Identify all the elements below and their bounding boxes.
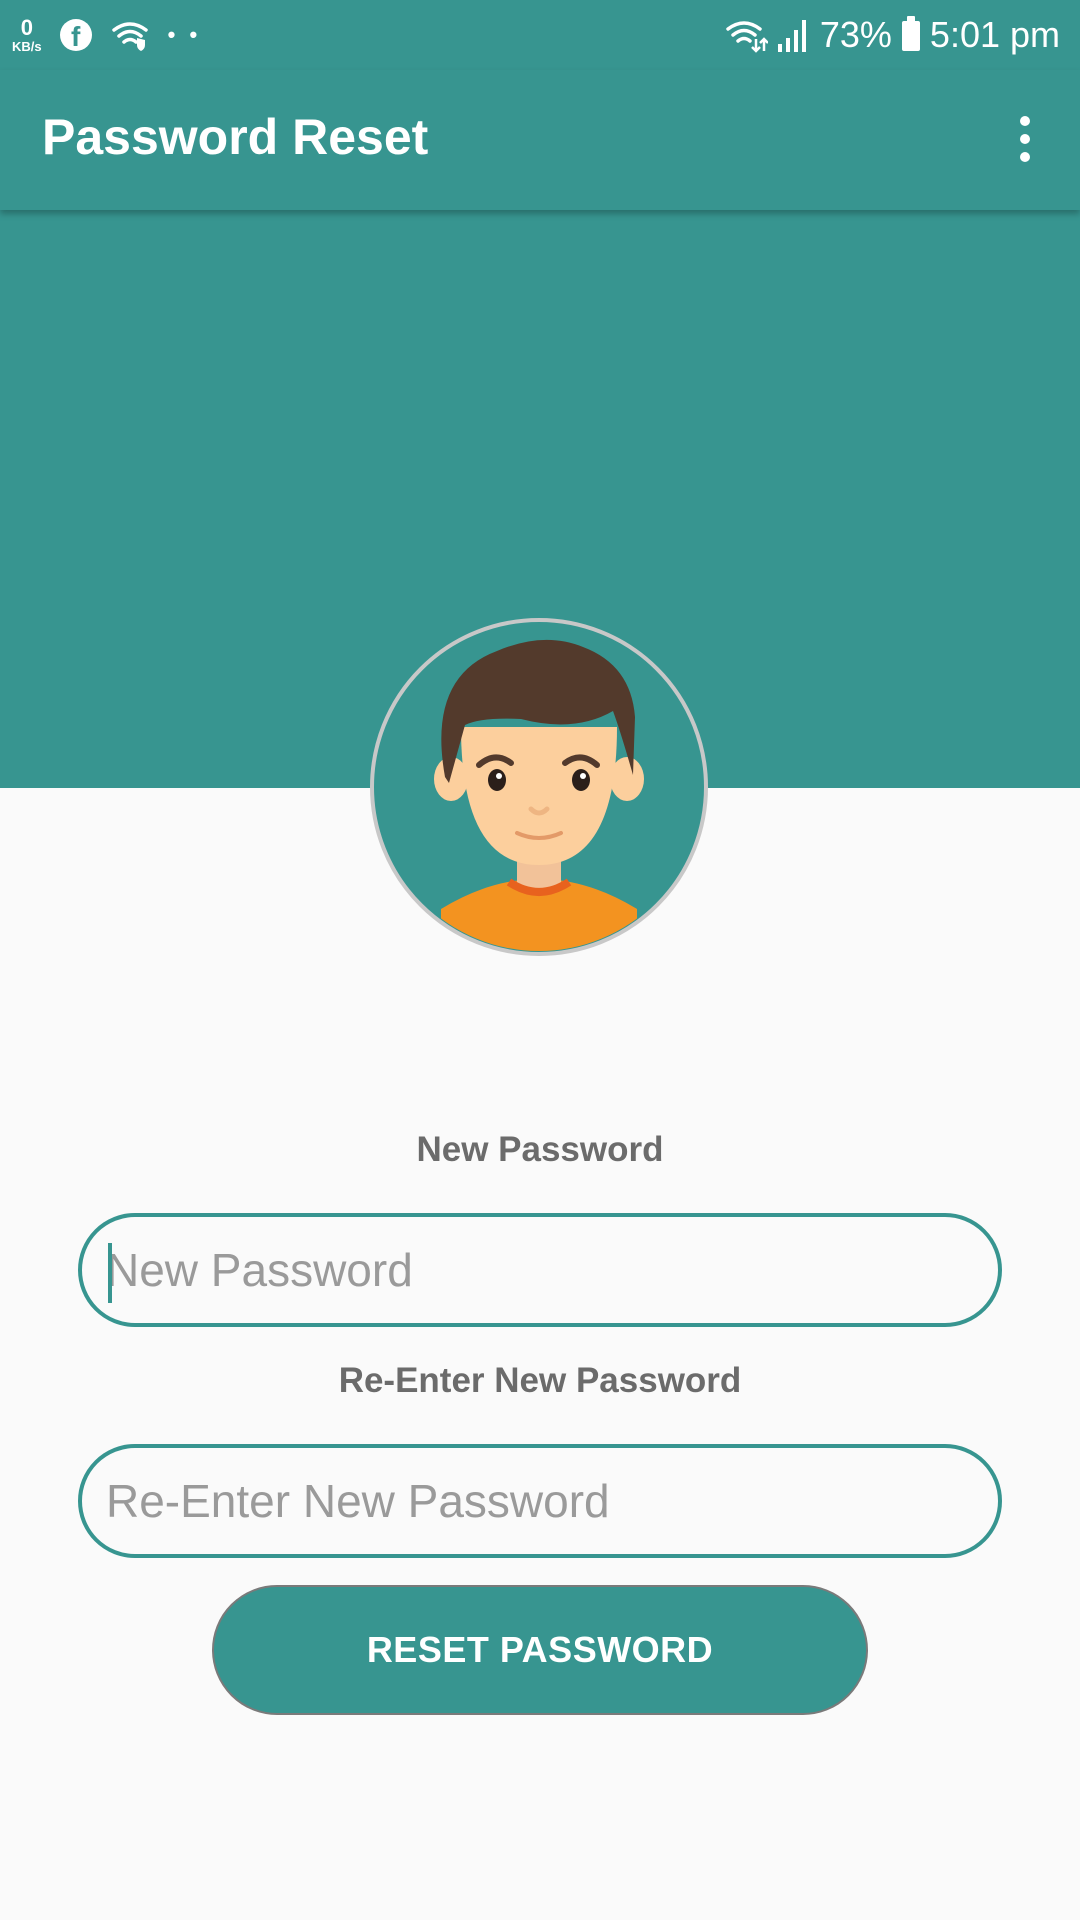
page-title: Password Reset: [42, 109, 429, 165]
net-speed-unit: KB/s: [12, 39, 42, 54]
wifi-secure-icon: [111, 22, 148, 51]
net-speed-value: 0: [20, 15, 33, 40]
notification-dots: • •: [167, 22, 202, 47]
new-password-input[interactable]: [82, 1217, 998, 1323]
battery-icon: [901, 16, 920, 51]
status-right: 73% 5:01 pm: [724, 10, 1060, 60]
reenter-password-input[interactable]: [82, 1448, 998, 1554]
reenter-password-field[interactable]: [78, 1444, 1002, 1558]
reset-password-button[interactable]: RESET PASSWORD: [212, 1585, 868, 1715]
avatar-boy-icon: [370, 618, 708, 956]
status-left: 0 KB/s f • •: [12, 10, 201, 60]
new-password-field[interactable]: [78, 1213, 1002, 1327]
wifi-data-icon: [726, 21, 768, 53]
net-speed-indicator: 0 KB/s: [12, 15, 42, 54]
signal-icon: [777, 20, 806, 52]
status-time: 5:01 pm: [929, 14, 1060, 55]
more-vert-icon: [1020, 116, 1030, 126]
more-options-button[interactable]: [992, 96, 1058, 182]
facebook-icon: f: [59, 19, 92, 51]
battery-percent: 73%: [819, 14, 892, 55]
reenter-password-label: Re-Enter New Password: [338, 1361, 742, 1400]
new-password-label: New Password: [416, 1130, 664, 1169]
app-bar: Password Reset: [0, 70, 1080, 210]
status-bar: 0 KB/s f • • 73% 5:01 pm: [0, 0, 1080, 70]
text-cursor: [108, 1243, 112, 1303]
